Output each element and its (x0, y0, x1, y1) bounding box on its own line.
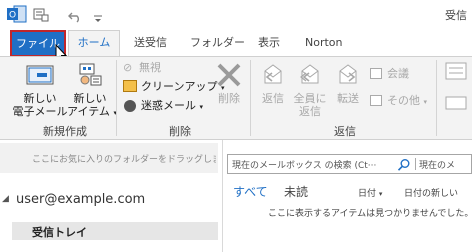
more-label-text: その他 (387, 94, 420, 107)
sort-order[interactable]: 日付の新しい (404, 186, 458, 199)
favorites-bar[interactable]: ここにお気に入りのフォルダーをドラッグしま (0, 143, 218, 173)
favorites-hint: ここにお気に入りのフォルダーをドラッグしま (32, 155, 216, 165)
send-receive-all-icon[interactable] (33, 7, 49, 22)
forward-button[interactable]: 転送 (331, 62, 365, 112)
tab-folder[interactable]: フォルダー (190, 33, 245, 55)
delete-label: 削除 (218, 92, 240, 105)
new-items-label-2: アイテム ▾ (64, 105, 120, 120)
reply-all-label-1: 全員に (293, 92, 327, 105)
delete-button[interactable]: 削除 (212, 62, 246, 108)
quick-access-dropdown-icon[interactable] (93, 9, 103, 22)
ignore-label: 無視 (139, 61, 161, 74)
cleanup-button[interactable]: クリーンアップ ▾ (121, 79, 224, 95)
group-label-new: 新規作成 (43, 125, 87, 138)
window-title: 受信 (445, 9, 467, 22)
reply-label: 返信 (262, 92, 284, 105)
reply-icon (260, 62, 286, 88)
junk-label: 迷惑メール ▾ (141, 99, 203, 114)
new-email-label-1: 新しい (23, 92, 57, 105)
tab-norton[interactable]: Norton (305, 33, 343, 55)
reply-all-icon (297, 62, 323, 88)
junk-button[interactable]: 迷惑メール ▾ (121, 98, 213, 114)
group-divider (250, 60, 251, 136)
search-placeholder: 現在のメールボックス の検索 (Ct··· (232, 161, 377, 171)
chevron-down-icon: ▾ (378, 190, 383, 198)
reply-all-button[interactable]: 全員に 返信 (291, 62, 329, 118)
group-divider (436, 60, 437, 136)
chevron-down-icon: ▾ (423, 98, 428, 106)
calendar-icon (370, 68, 382, 79)
quick-step-icon[interactable] (445, 95, 467, 110)
new-items-label-2-text: アイテム (67, 105, 110, 118)
group-divider (116, 60, 117, 136)
empty-list-message: ここに表示するアイテムは見つかりませんでした。 (268, 209, 472, 219)
filter-unread[interactable]: 未読 (284, 183, 308, 200)
new-items-button[interactable]: 新しい アイテム ▾ (67, 62, 117, 118)
group-label-delete: 削除 (169, 125, 191, 138)
new-items-icon (76, 62, 104, 88)
outlook-icon[interactable]: O (7, 5, 27, 23)
filter-all[interactable]: すべて (233, 183, 268, 200)
folder-inbox[interactable]: 受信トレイ (12, 222, 218, 240)
more-icon (370, 95, 382, 106)
cleanup-icon (123, 80, 137, 92)
new-items-label-1: 新しい (73, 92, 107, 105)
chevron-down-icon: ▾ (199, 103, 204, 111)
search-input[interactable]: 現在のメールボックス の検索 (Ct··· 現在のメ (227, 154, 472, 174)
ignore-button[interactable]: ⊘ 無視 (121, 60, 181, 76)
reply-all-label-2: 返信 (299, 105, 321, 118)
search-scope[interactable]: 現在のメ (419, 158, 455, 171)
svg-text:O: O (9, 11, 16, 21)
undo-icon[interactable] (68, 8, 82, 23)
cleanup-label-text: クリーンアップ (141, 80, 218, 93)
junk-icon (124, 100, 136, 112)
new-email-label-2: 電子メール (12, 105, 68, 118)
title-bar: O 受信 (0, 0, 472, 28)
collapse-triangle-icon[interactable]: ◢ (2, 194, 9, 204)
tab-send-receive[interactable]: 送受信 (134, 33, 167, 55)
tab-view[interactable]: 表示 (258, 33, 280, 55)
more-button[interactable]: その他 ▾ (370, 93, 432, 109)
meeting-label: 会議 (387, 67, 409, 80)
meeting-button[interactable]: 会議 (370, 66, 426, 82)
delete-x-icon (216, 62, 242, 88)
new-email-button[interactable]: 新しい 電子メール (13, 62, 68, 118)
tab-home[interactable]: ホーム (68, 30, 120, 58)
account-name: user@example.com (16, 192, 146, 207)
search-icon[interactable] (397, 157, 411, 171)
envelope-icon (26, 64, 54, 86)
more-label: その他 ▾ (387, 94, 427, 109)
inbox-label: 受信トレイ (32, 226, 87, 239)
sort-by-date[interactable]: 日付 ▾ (358, 186, 382, 199)
reply-button[interactable]: 返信 (256, 62, 290, 112)
forward-icon (335, 62, 361, 88)
group-label-respond: 返信 (334, 125, 356, 138)
account-row[interactable]: ◢ user@example.com (0, 190, 218, 210)
forward-label: 転送 (337, 92, 359, 105)
quick-step-icon[interactable] (445, 62, 467, 80)
search-divider (415, 158, 416, 170)
ignore-icon: ⊘ (123, 61, 133, 74)
sort-by-label: 日付 (358, 189, 377, 199)
junk-label-text: 迷惑メール (141, 99, 196, 112)
